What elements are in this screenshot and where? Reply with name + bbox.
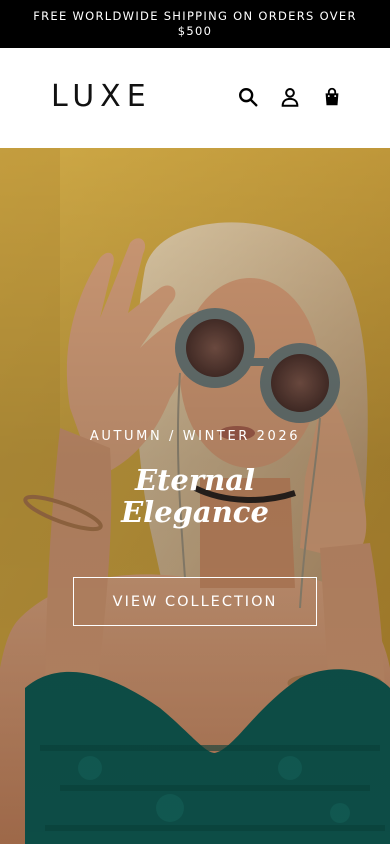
- hero-eyebrow: AUTUMN / WINTER 2026: [89, 429, 301, 444]
- hero-title-line-1: Eternal: [134, 463, 256, 497]
- hero-title: Eternal Elegance: [0, 464, 390, 528]
- shopping-bag-icon[interactable]: [320, 85, 344, 109]
- announcement-text: FREE WORLDWIDE SHIPPING ON ORDERS OVER $…: [33, 9, 357, 38]
- header-actions: [236, 85, 344, 109]
- search-icon[interactable]: [236, 85, 260, 109]
- announcement-bar: FREE WORLDWIDE SHIPPING ON ORDERS OVER $…: [0, 0, 390, 48]
- hero-title-line-2: Elegance: [121, 495, 269, 529]
- hero-banner: AUTUMN / WINTER 2026 Eternal Elegance VI…: [0, 148, 390, 844]
- site-header: LUXE: [0, 48, 390, 148]
- view-collection-button[interactable]: VIEW COLLECTION: [73, 577, 317, 626]
- brand-logo[interactable]: LUXE: [51, 79, 152, 115]
- user-icon[interactable]: [278, 85, 302, 109]
